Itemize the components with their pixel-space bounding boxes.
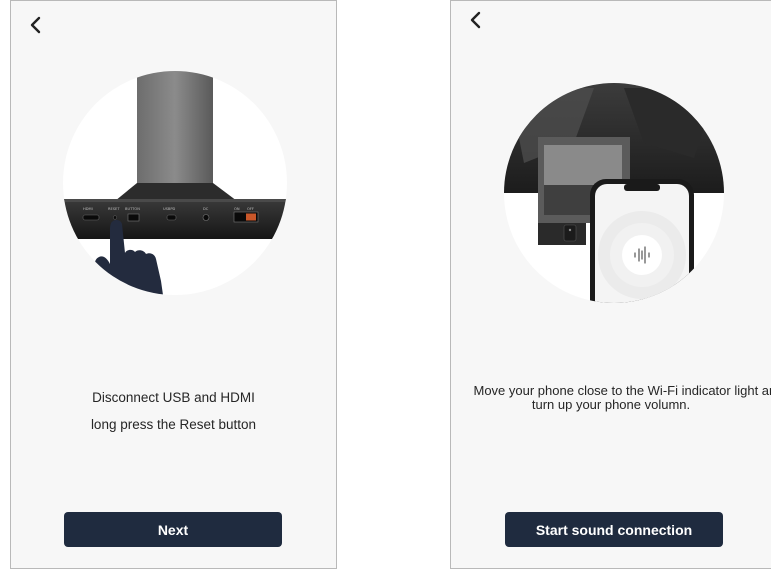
device-front-panel — [538, 223, 586, 245]
dc-port — [202, 214, 210, 221]
chevron-left-icon — [30, 16, 41, 34]
instruction-text: Disconnect USB and HDMI — [11, 389, 336, 407]
svg-text:DC: DC — [203, 207, 209, 211]
svg-text:USBPD: USBPD — [163, 207, 176, 211]
device-stand — [137, 71, 213, 183]
back-button[interactable] — [25, 14, 47, 36]
svg-text:OFF: OFF — [247, 207, 254, 211]
wifi-indicator-light — [563, 224, 577, 242]
instruction-line-2: long press the Reset button — [90, 417, 257, 432]
svg-text:RESET: RESET — [108, 207, 120, 211]
reset-instruction-screen: HDMI RESET BUTTON USBPD DC ON OFF Discon… — [10, 0, 337, 569]
svg-text:HDMI: HDMI — [83, 207, 93, 211]
svg-text:BUTTON: BUTTON — [125, 207, 140, 211]
sound-connection-screen: Move your phone close to the Wi-Fi indic… — [450, 0, 771, 569]
instruction-text-2: long press the Reset button — [11, 416, 336, 434]
usbpd-port — [166, 214, 177, 221]
start-sound-connection-button[interactable]: Start sound connection — [505, 512, 723, 547]
button-port — [127, 213, 140, 222]
reset-pinhole — [112, 215, 118, 220]
hdmi-port — [82, 214, 100, 221]
instruction-text-2: turn up your phone volumn. — [451, 397, 771, 414]
svg-text:ON: ON — [234, 207, 240, 211]
device-reset-illustration: HDMI RESET BUTTON USBPD DC ON OFF — [63, 71, 287, 295]
instruction-line-1: Disconnect USB and HDMI — [92, 390, 255, 405]
instruction-line-2: turn up your phone volumn. — [531, 397, 691, 412]
back-button-right[interactable] — [465, 9, 487, 31]
phone-near-device-illustration — [504, 83, 724, 303]
next-button[interactable]: Next — [64, 512, 282, 547]
chevron-left-icon — [470, 11, 481, 29]
